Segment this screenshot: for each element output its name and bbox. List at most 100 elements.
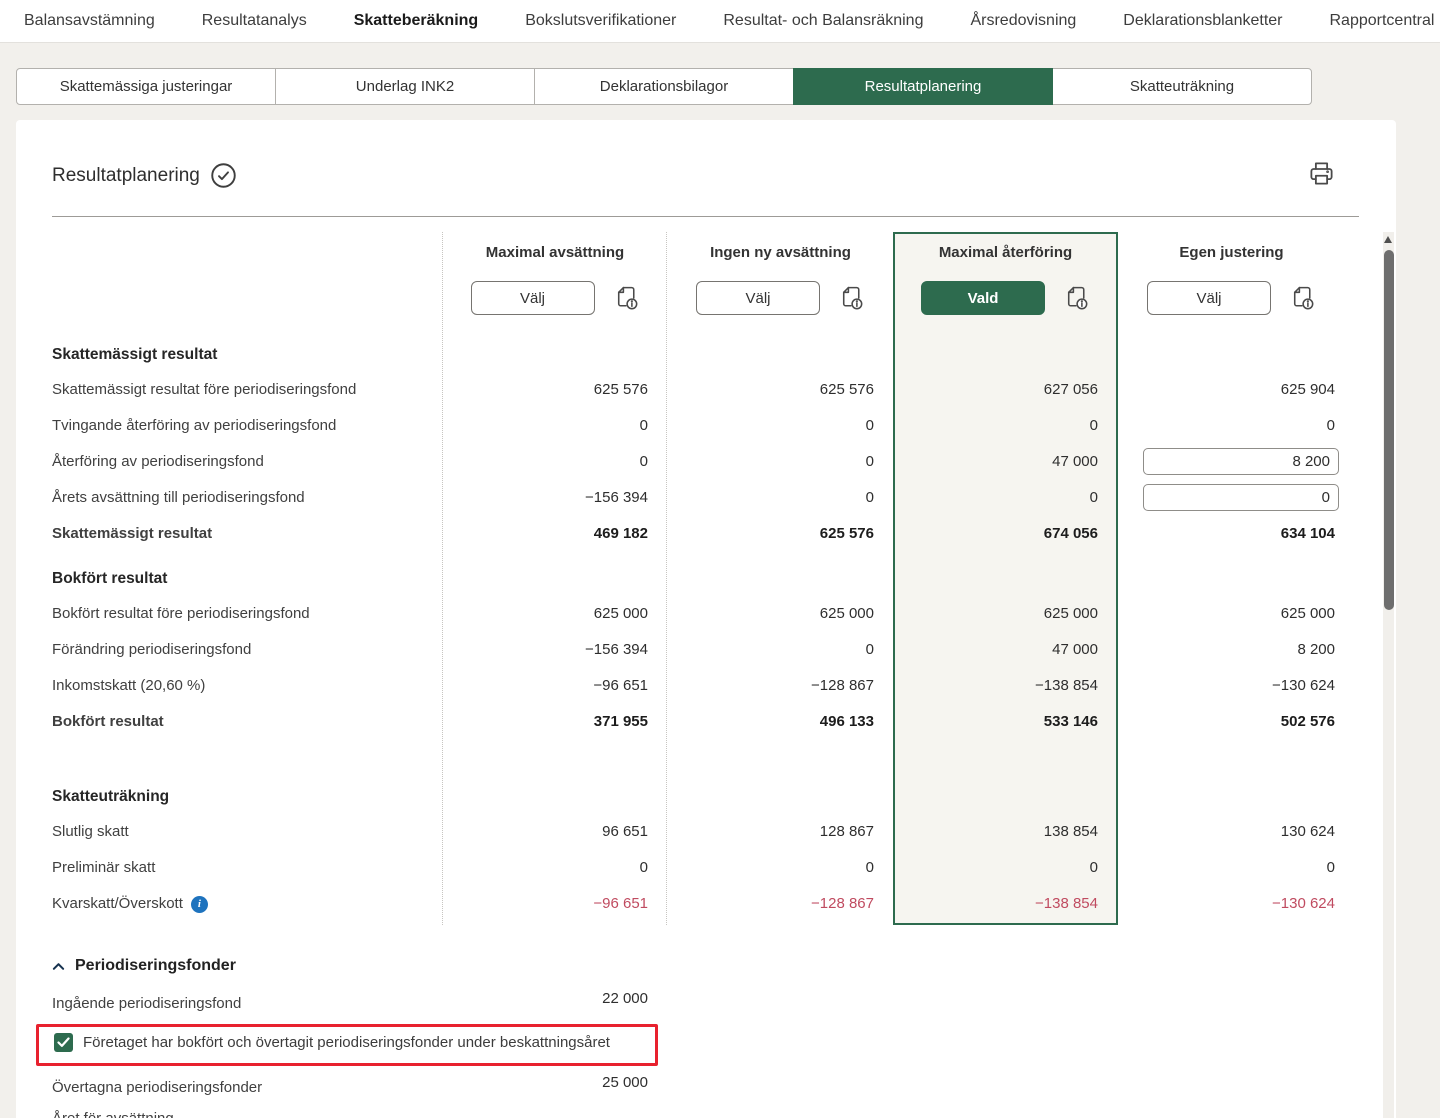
checkbox-checked[interactable] <box>54 1033 73 1052</box>
table-row: Övertagna periodiseringsfonder 25 000 <box>52 1070 1345 1106</box>
cell-value: 0 <box>442 444 668 480</box>
column-title: Maximal återföring <box>939 244 1072 261</box>
row-label: Övertagna periodiseringsfonder <box>52 1070 442 1106</box>
table-row: Slutlig skatt96 651128 867138 854130 624 <box>52 814 1345 850</box>
nav-item[interactable]: Skatteberäkning <box>354 12 478 30</box>
row-label-clipped: Året för avsättning <box>52 1110 1345 1118</box>
cell-value: 0 <box>893 480 1118 516</box>
cell-value: −130 624 <box>1118 668 1345 704</box>
scrollbar-up-arrow[interactable] <box>1384 236 1392 243</box>
cell-value: 0 <box>668 408 893 444</box>
valj-button[interactable]: Välj <box>471 281 595 315</box>
section-header: Skatteuträkning <box>52 772 1345 814</box>
cell-value: 502 576 <box>1118 704 1345 740</box>
tab[interactable]: Deklarationsbilagor <box>534 68 794 105</box>
valj-button[interactable]: Välj <box>1147 281 1271 315</box>
document-info-icon[interactable] <box>1063 284 1090 312</box>
cell-value: −138 854 <box>893 668 1118 704</box>
overtagna-checkbox-row: Företaget har bokfört och övertagit peri… <box>52 1022 1345 1070</box>
table-row: Preliminär skatt0000 <box>52 850 1345 886</box>
scrollbar-thumb[interactable] <box>1384 250 1394 610</box>
nav-item[interactable]: Deklarationsblanketter <box>1123 12 1282 30</box>
cell-value: 0 <box>668 632 893 668</box>
cell-value: 625 000 <box>1118 596 1345 632</box>
row-label: Årets avsättning till periodiseringsfond <box>52 480 442 516</box>
cell-value: −96 651 <box>442 668 668 704</box>
page-title: Resultatplanering <box>52 165 200 187</box>
cell-value: 371 955 <box>442 704 668 740</box>
row-label: Slutlig skatt <box>52 814 442 850</box>
scenario-column-header: Maximal återföring Vald <box>893 232 1118 330</box>
cell-value: −156 394 <box>442 632 668 668</box>
row-value: 25 000 <box>442 1070 668 1106</box>
cell-value: 0 <box>668 850 893 886</box>
cell-value: −156 394 <box>442 480 668 516</box>
cell-value <box>1118 444 1345 480</box>
periodiseringsfonder-toggle[interactable]: Periodiseringsfonder <box>52 946 1345 986</box>
nav-item[interactable]: Rapportcentral <box>1330 12 1435 30</box>
nav-item[interactable]: Resultat- och Balansräkning <box>723 12 923 30</box>
row-label: Återföring av periodiseringsfond <box>52 444 442 480</box>
value-input[interactable] <box>1143 484 1339 511</box>
scenario-column-header: Ingen ny avsättning Välj <box>668 232 893 330</box>
column-title: Ingen ny avsättning <box>710 244 851 261</box>
print-icon[interactable] <box>1307 160 1336 187</box>
tab-bar: Skattemässiga justeringarUnderlag INK2De… <box>16 68 1312 105</box>
cell-value: 533 146 <box>893 704 1118 740</box>
cell-value: 627 056 <box>893 372 1118 408</box>
cell-value: 128 867 <box>668 814 893 850</box>
scenario-column-header: Maximal avsättningVälj <box>442 232 668 330</box>
cell-value: 0 <box>668 444 893 480</box>
value-input[interactable] <box>1143 448 1339 475</box>
table-row: Förändring periodiseringsfond−156 394047… <box>52 632 1345 668</box>
row-label: Bokfört resultat före periodiseringsfond <box>52 596 442 632</box>
nav-item[interactable]: Årsredovisning <box>970 12 1076 30</box>
periodiseringsfonder-section: Periodiseringsfonder Ingående periodiser… <box>52 946 1345 1118</box>
nav-item[interactable]: Bokslutsverifikationer <box>525 12 676 30</box>
table-row: Skattemässigt resultat före periodiserin… <box>52 372 1345 408</box>
row-label: Kvarskatt/Överskotti <box>52 886 442 922</box>
tab[interactable]: Underlag INK2 <box>275 68 535 105</box>
cell-value: 634 104 <box>1118 516 1345 552</box>
scenario-table: Maximal avsättningVäljIngen ny avsättnin… <box>52 232 1345 1118</box>
cell-value: 47 000 <box>893 444 1118 480</box>
tab[interactable]: Skatteuträkning <box>1052 68 1312 105</box>
column-header-row: Maximal avsättningVäljIngen ny avsättnin… <box>52 232 1345 330</box>
nav-item[interactable]: Resultatanalys <box>202 12 307 30</box>
table-row: Årets avsättning till periodiseringsfond… <box>52 480 1345 516</box>
cell-value: 625 000 <box>668 596 893 632</box>
column-title: Egen justering <box>1179 244 1283 261</box>
cell-value: 47 000 <box>893 632 1118 668</box>
cell-value: 8 200 <box>1118 632 1345 668</box>
cell-value: 96 651 <box>442 814 668 850</box>
cell-value: −96 651 <box>442 886 668 922</box>
cell-value: 130 624 <box>1118 814 1345 850</box>
valj-button[interactable]: Välj <box>696 281 820 315</box>
tab[interactable]: Resultatplanering <box>793 68 1053 105</box>
info-icon[interactable]: i <box>191 896 208 913</box>
document-info-icon[interactable] <box>1289 284 1316 312</box>
table-row: Bokfört resultat före periodiseringsfond… <box>52 596 1345 632</box>
cell-value <box>1118 480 1345 516</box>
document-info-icon[interactable] <box>838 284 865 312</box>
cell-value: 496 133 <box>668 704 893 740</box>
table-row: Skattemässigt resultat469 182625 576674 … <box>52 516 1345 552</box>
table-row: Inkomstskatt (20,60 %)−96 651−128 867−13… <box>52 668 1345 704</box>
section-title: Periodiseringsfonder <box>75 957 236 975</box>
row-value: 22 000 <box>442 986 668 1022</box>
nav-item[interactable]: Balansavstämning <box>24 12 155 30</box>
tab[interactable]: Skattemässiga justeringar <box>16 68 276 105</box>
row-label: Inkomstskatt (20,60 %) <box>52 668 442 704</box>
row-label: Förändring periodiseringsfond <box>52 632 442 668</box>
section-header: Skattemässigt resultat <box>52 330 1345 372</box>
cell-value: 0 <box>1118 850 1345 886</box>
vald-button[interactable]: Vald <box>921 281 1045 315</box>
cell-value: 625 576 <box>668 372 893 408</box>
row-label: Ingående periodiseringsfond <box>52 986 442 1022</box>
chevron-up-icon <box>52 962 65 971</box>
vertical-scrollbar[interactable] <box>1383 232 1394 1118</box>
row-label: Preliminär skatt <box>52 850 442 886</box>
cell-value: −130 624 <box>1118 886 1345 922</box>
table-row: Återföring av periodiseringsfond0047 000 <box>52 444 1345 480</box>
document-info-icon[interactable] <box>613 284 640 312</box>
